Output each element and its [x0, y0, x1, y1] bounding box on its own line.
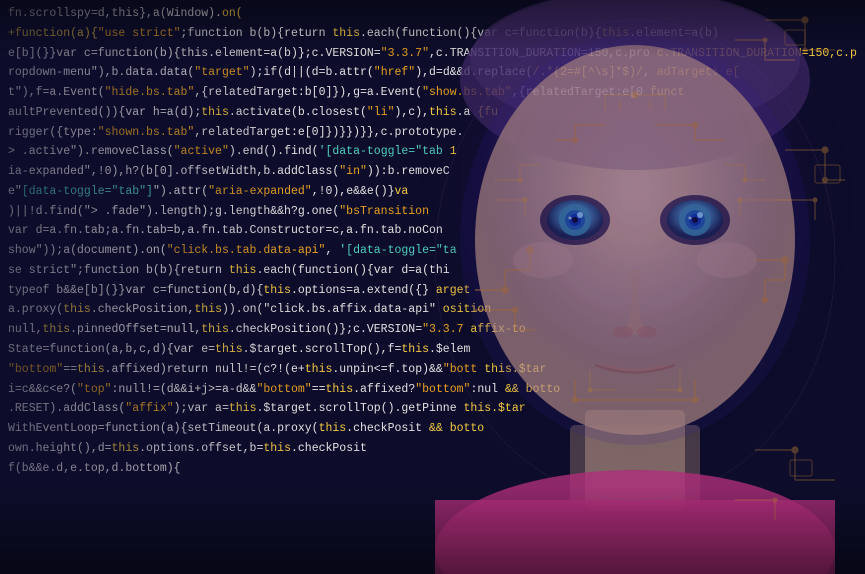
main-container: fn.scrollspy=d,this},a(Window).on( +func…: [0, 0, 865, 574]
circuit-overlay: [385, 0, 865, 574]
